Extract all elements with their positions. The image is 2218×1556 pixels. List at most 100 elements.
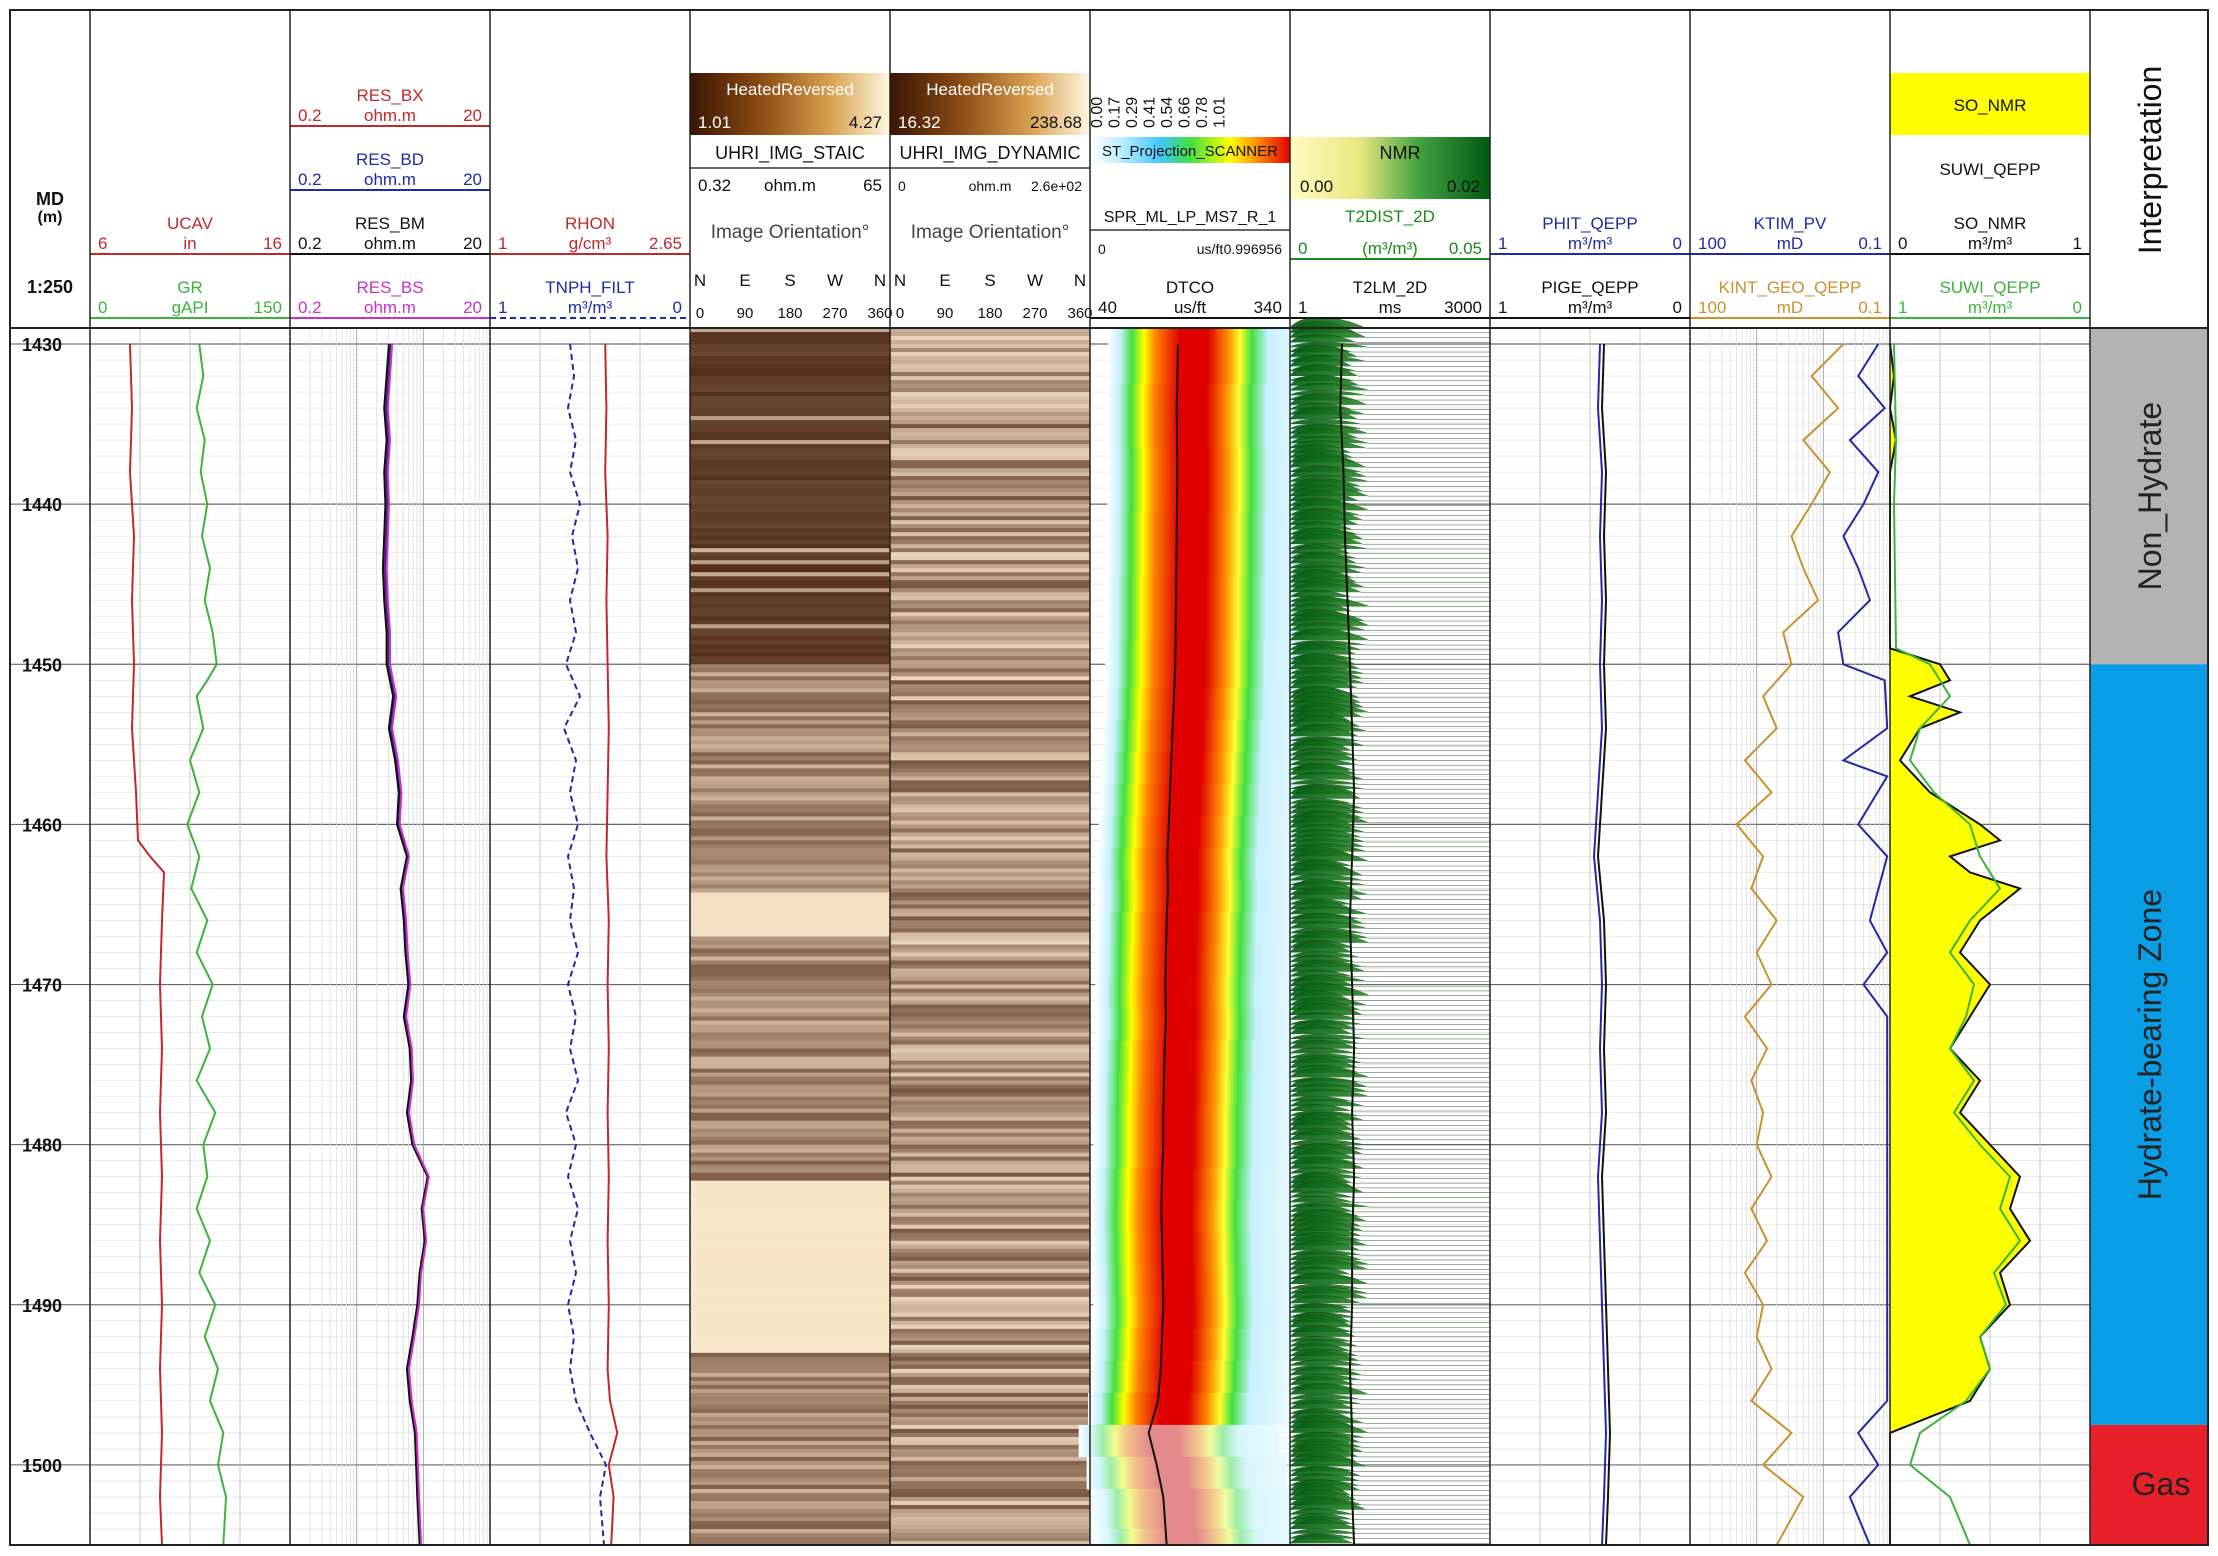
image-band (690, 652, 890, 657)
image-band (890, 508, 1090, 513)
image-band (690, 488, 890, 493)
track-7-PIGE_QEPP-unit: m³/m³ (1568, 298, 1613, 317)
image-band (690, 1496, 890, 1502)
image-band (690, 1036, 890, 1042)
image-band (690, 1352, 890, 1358)
image-band (890, 1124, 1090, 1130)
image-band (690, 392, 890, 397)
image-band (890, 1228, 1090, 1234)
image-band (690, 852, 890, 857)
projection-band (1100, 800, 1300, 809)
image-band (690, 920, 890, 925)
image-band (690, 372, 890, 377)
image-band (890, 524, 1090, 529)
image-band (890, 856, 1090, 861)
projection-band (1106, 520, 1307, 529)
image-band (690, 888, 890, 893)
palette-min-t5: 16.32 (898, 113, 941, 132)
projection-band (1094, 1040, 1295, 1050)
image-band (890, 1200, 1090, 1206)
image-band (690, 908, 890, 913)
image-band (690, 1344, 890, 1350)
projection-band (1106, 584, 1306, 593)
projection-tick-0.29: 0.29 (1124, 97, 1141, 128)
image-band (690, 1056, 890, 1062)
track-1-RES_BD-unit: ohm.m (364, 170, 416, 189)
image-band (690, 440, 890, 445)
image-band (890, 1304, 1090, 1310)
projection-band (1105, 656, 1306, 665)
image-band (690, 1196, 890, 1202)
projection-band (1092, 1176, 1292, 1186)
track-0-GR-right-scale: 150 (254, 298, 282, 317)
image-band (890, 820, 1090, 825)
image-band (690, 408, 890, 413)
projection-tick-0.78: 0.78 (1194, 97, 1211, 128)
image-band (690, 1468, 890, 1474)
track-2-TNPH_FILT-unit: m³/m³ (568, 298, 613, 317)
track-9-SUWI_QEPP-unit: m³/m³ (1968, 298, 2013, 317)
image-band (690, 1180, 890, 1186)
projection-band (1097, 848, 1298, 857)
image-band (890, 1020, 1090, 1026)
image-band (890, 808, 1090, 813)
image-band (890, 1432, 1090, 1438)
projection-band (1105, 680, 1306, 689)
image-band (890, 552, 1090, 557)
image-band (690, 848, 890, 853)
projection-band (1106, 568, 1307, 577)
projection-band (1106, 424, 1307, 433)
image-band (690, 1520, 890, 1526)
image-band (690, 632, 890, 637)
image-band (890, 1280, 1090, 1286)
orientation-deg-0: 0 (696, 305, 704, 322)
depth-label-1480: 1480 (22, 1136, 62, 1156)
image-band (890, 456, 1090, 461)
image-band (890, 860, 1090, 865)
image-band (890, 480, 1090, 485)
projection-band (1098, 824, 1299, 833)
image-band (890, 664, 1090, 669)
image-band (690, 1396, 890, 1402)
image-band (690, 1320, 890, 1326)
image-band (690, 1316, 890, 1322)
image-band (690, 712, 890, 717)
image-band (890, 728, 1090, 733)
image-band (690, 1184, 890, 1190)
image-band (890, 972, 1090, 978)
image-band (890, 1064, 1090, 1070)
track-9-SUWI_QEPP-left-scale: 1 (1898, 298, 1907, 317)
track-0-UCAV-left-scale: 6 (98, 234, 107, 253)
image-band (890, 940, 1090, 946)
image-band (690, 516, 890, 521)
image-band (690, 948, 890, 954)
track-7-PIGE_QEPP-right-scale: 0 (1673, 298, 1682, 317)
image-band (690, 436, 890, 441)
image-band (690, 1300, 890, 1306)
orientation-dir-N: N (874, 271, 886, 290)
image-band (690, 744, 890, 749)
track-2-RHON-left-scale: 1 (498, 234, 507, 253)
projection-band (1098, 832, 1299, 841)
image-band (690, 764, 890, 769)
image-band (890, 560, 1090, 565)
projection-band (1096, 936, 1297, 946)
image-band (890, 1436, 1090, 1442)
image-band (890, 640, 1090, 645)
orientation-dir-N: N (1074, 271, 1086, 290)
projection-scale-left: 0 (1098, 241, 1106, 257)
image-band (690, 1456, 890, 1462)
projection-tick-0.00: 0.00 (1089, 97, 1106, 128)
track-5-DTCO-right-scale: 340 (1254, 298, 1282, 317)
projection-band (1100, 792, 1300, 801)
projection-band (1096, 1024, 1296, 1034)
image-band (890, 864, 1090, 869)
image-band (690, 532, 890, 537)
image-band (890, 1168, 1090, 1174)
so-nmr-fill-label: SO_NMR (1954, 96, 2027, 115)
image-band (690, 472, 890, 477)
image-band (690, 420, 890, 425)
image-band (890, 1364, 1090, 1370)
image-band (690, 492, 890, 497)
image-band (890, 432, 1090, 437)
